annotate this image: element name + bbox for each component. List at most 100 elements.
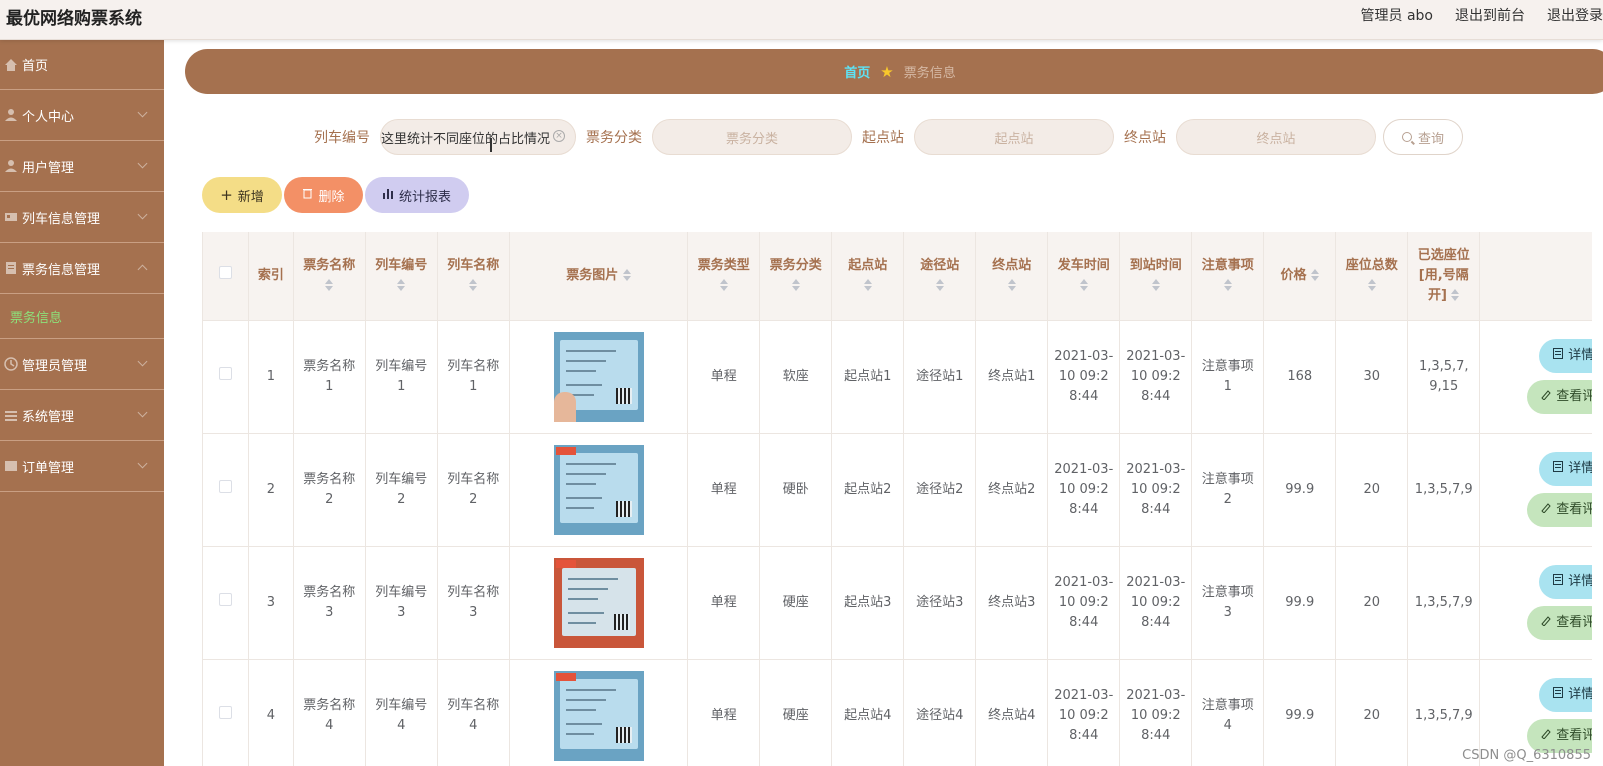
cell-train-name: 列车名称4 (437, 659, 510, 766)
table-row[interactable]: 3 票务名称3 列车编号3 列车名称3 单程 硬座 起点站3 途径站3 终点站3 2021-03-… (203, 546, 1592, 660)
chevron-down-icon (137, 458, 148, 469)
header-seats[interactable]: 座位总数 (1335, 232, 1409, 321)
sort-icon[interactable] (1007, 278, 1016, 292)
cell-type: 单程 (687, 433, 761, 547)
sort-icon[interactable] (397, 278, 406, 292)
cell-selected: 1,3,5,7,9 (1407, 546, 1481, 660)
header-notes[interactable]: 注意事项 (1191, 232, 1265, 321)
detail-button[interactable]: 详情 (1539, 338, 1592, 373)
row-checkbox[interactable] (219, 366, 233, 380)
ticket-paper (561, 567, 636, 636)
header-price[interactable]: 价格 (1263, 232, 1337, 321)
cell-name: 票务名称3 (293, 546, 366, 660)
view-comments-button[interactable]: 查看评 (1527, 379, 1592, 414)
view-comments-button[interactable]: 查看评 (1527, 492, 1592, 527)
cell-train-no: 列车编号3 (365, 546, 438, 660)
row-checkbox[interactable] (219, 705, 233, 719)
header-price-label: 价格 (1280, 267, 1307, 283)
sidebar-item-system-management[interactable]: 系统管理 (0, 390, 164, 441)
edit-icon (1541, 500, 1551, 520)
view-comments-button[interactable]: 查看评 (1527, 605, 1592, 640)
sort-icon[interactable] (325, 278, 334, 292)
table-row[interactable]: 4 票务名称4 列车编号4 列车名称4 单程 硬座 起点站4 途径站4 终点站4 2021-03-… (203, 659, 1592, 766)
select-all-checkbox[interactable] (219, 265, 233, 279)
sort-icon[interactable] (863, 278, 872, 292)
header-depart-label: 发车时间 (1057, 257, 1110, 273)
row-checkbox[interactable] (219, 479, 233, 493)
sidebar-item-train-management[interactable]: 列车信息管理 (0, 192, 164, 243)
add-button[interactable]: + 新增 (202, 177, 282, 213)
header-end-label: 终点站 (992, 257, 1032, 273)
cell-end: 终点站2 (975, 433, 1049, 547)
category-input[interactable]: 票务分类 (652, 119, 852, 155)
breadcrumb-home[interactable]: 首页 (844, 62, 870, 81)
ticket-image[interactable] (553, 670, 644, 761)
cell-price: 99.9 (1263, 546, 1337, 660)
cell-image (509, 546, 689, 660)
header-category[interactable]: 票务分类 (759, 232, 833, 321)
cell-train-no: 列车编号4 (365, 659, 438, 766)
sidebar-item-ticket-management[interactable]: 票务信息管理 (0, 243, 164, 294)
header-arrive[interactable]: 到站时间 (1119, 232, 1193, 321)
document-icon (1553, 685, 1564, 705)
sidebar: 首页 个人中心 用户管理 列车信息管理 票务信息管理 票务信息 管理员管理 系统… (0, 40, 164, 766)
table-row[interactable]: 1 票务名称1 列车编号1 列车名称1 单程 软座 起点站1 途径站1 终点站1 2021-03-… (203, 320, 1592, 434)
home-icon (4, 58, 18, 72)
header-start[interactable]: 起点站 (831, 232, 905, 321)
header-image[interactable]: 票务图片 (509, 232, 689, 321)
table-row[interactable]: 2 票务名称2 列车编号2 列车名称2 单程 硬卧 起点站2 途径站2 终点站2 2021-03-… (203, 433, 1592, 547)
sort-icon[interactable] (719, 278, 728, 292)
sort-icon[interactable] (469, 278, 478, 292)
exit-to-front-link[interactable]: 退出到前台 (1455, 5, 1525, 25)
sidebar-item-admin-management[interactable]: 管理员管理 (0, 339, 164, 390)
delete-button[interactable]: 删除 (284, 177, 363, 213)
start-station-input[interactable]: 起点站 (914, 119, 1114, 155)
admin-user-label[interactable]: 管理员 abo (1361, 5, 1433, 25)
sidebar-subitem-ticket-info[interactable]: 票务信息 (0, 294, 164, 339)
row-checkbox[interactable] (219, 592, 233, 606)
logout-link[interactable]: 退出登录 (1547, 5, 1603, 25)
header-train-name[interactable]: 列车名称 (437, 232, 510, 321)
sort-icon[interactable] (1451, 288, 1460, 302)
sidebar-item-order-management[interactable]: 订单管理 (0, 441, 164, 492)
sort-icon[interactable] (622, 268, 631, 282)
sidebar-item-label: 订单管理 (22, 460, 75, 476)
chevron-up-icon (137, 264, 148, 275)
sort-icon[interactable] (1223, 278, 1232, 292)
stats-report-button[interactable]: 统计报表 (365, 177, 469, 213)
end-station-input[interactable]: 终点站 (1176, 119, 1376, 155)
header-train-no[interactable]: 列车编号 (365, 232, 438, 321)
cell-actions: 详情查看评 (1479, 320, 1592, 434)
detail-button[interactable]: 详情 (1539, 677, 1592, 712)
header-end[interactable]: 终点站 (975, 232, 1049, 321)
header-selected[interactable]: 已选座位[用,号隔开] (1407, 232, 1481, 321)
sort-icon[interactable] (1079, 278, 1088, 292)
ticket-image[interactable] (553, 444, 644, 535)
header-via[interactable]: 途径站 (903, 232, 977, 321)
detail-button[interactable]: 详情 (1539, 564, 1592, 599)
sidebar-item-user-management[interactable]: 用户管理 (0, 141, 164, 192)
sort-icon[interactable] (791, 278, 800, 292)
sidebar-item-personal-center[interactable]: 个人中心 (0, 90, 164, 141)
cell-actions: 详情查看评 (1479, 546, 1592, 660)
sort-icon[interactable] (1151, 278, 1160, 292)
train-no-input[interactable]: 这里统计不同座位的占比情况 × (380, 119, 576, 155)
view-comments-button-label: 查看评 (1556, 501, 1592, 517)
header-depart[interactable]: 发车时间 (1047, 232, 1121, 321)
query-button[interactable]: 查询 (1383, 119, 1463, 155)
sort-icon[interactable] (1367, 278, 1376, 292)
header-index: 索引 (248, 232, 294, 321)
sort-icon[interactable] (1311, 268, 1320, 282)
header-name[interactable]: 票务名称 (293, 232, 366, 321)
detail-button[interactable]: 详情 (1539, 451, 1592, 486)
settings-icon (4, 408, 18, 422)
ticket-image[interactable] (553, 331, 644, 422)
cell-price: 99.9 (1263, 659, 1337, 766)
clear-icon[interactable]: × (553, 130, 565, 142)
cell-image (509, 659, 689, 766)
cell-index: 1 (248, 320, 294, 434)
sort-icon[interactable] (935, 278, 944, 292)
header-type[interactable]: 票务类型 (687, 232, 761, 321)
sidebar-item-home[interactable]: 首页 (0, 40, 164, 90)
ticket-image[interactable] (553, 557, 644, 648)
